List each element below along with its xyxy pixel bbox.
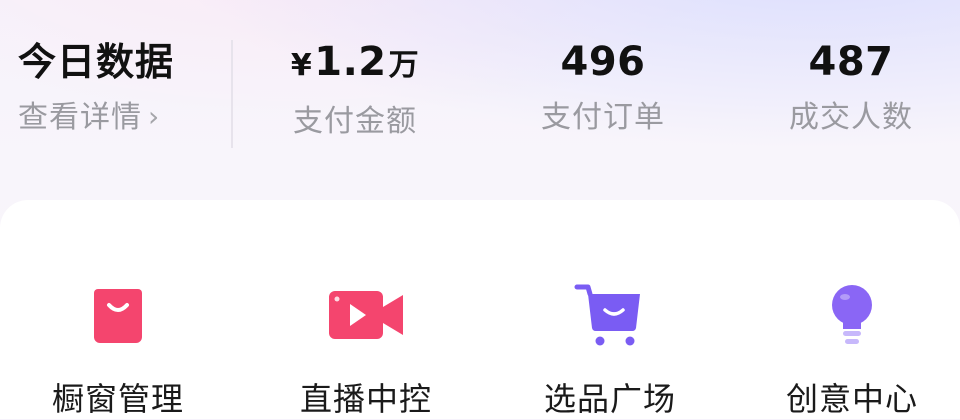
view-details-label: 查看详情 xyxy=(18,100,142,135)
tool-label: 直播中控 xyxy=(299,380,432,418)
today-data-title: 今日数据 xyxy=(18,40,175,84)
view-details-link[interactable]: 查看详情 › xyxy=(18,98,218,138)
metric-label: 支付订单 xyxy=(541,100,665,135)
tool-label: 橱窗管理 xyxy=(51,380,184,418)
today-data-panel: 今日数据 查看详情 › ¥1.2万 支付金额 496 支付订单 487 成交人数 xyxy=(0,0,960,190)
lightbulb-icon xyxy=(812,280,892,350)
chevron-right-icon: › xyxy=(148,100,161,133)
tool-creative-center[interactable]: 创意中心 xyxy=(752,280,952,419)
metric-label: 成交人数 xyxy=(789,100,913,135)
metric-number: 496 xyxy=(560,39,646,85)
tool-label: 创意中心 xyxy=(785,380,918,418)
tool-product-selection[interactable]: 选品广场 xyxy=(510,280,710,419)
metric-value: 487 xyxy=(766,36,936,88)
metric-payment-orders[interactable]: 496 支付订单 xyxy=(518,36,688,138)
metric-payment-amount[interactable]: ¥1.2万 支付金额 xyxy=(270,36,440,142)
metric-label: 支付金额 xyxy=(293,104,417,139)
tool-live-control[interactable]: 直播中控 xyxy=(266,280,466,419)
metric-number: 487 xyxy=(808,39,894,85)
tool-showcase-management[interactable]: 橱窗管理 xyxy=(18,280,218,419)
currency-symbol: ¥ xyxy=(290,48,313,83)
metric-buyers[interactable]: 487 成交人数 xyxy=(766,36,936,138)
today-summary[interactable]: 今日数据 查看详情 › xyxy=(18,36,218,138)
metric-value: ¥1.2万 xyxy=(270,36,440,92)
metric-number: 1.2 xyxy=(314,39,387,85)
shopping-cart-icon xyxy=(570,280,650,350)
tools-card: 橱窗管理 直播中控 选品广场 创意中心 xyxy=(0,200,960,419)
video-camera-icon xyxy=(326,280,406,350)
metric-unit: 万 xyxy=(388,48,420,83)
shopping-bag-icon xyxy=(78,280,158,350)
stats-divider xyxy=(231,40,233,148)
tool-label: 选品广场 xyxy=(543,380,676,418)
metric-value: 496 xyxy=(518,36,688,88)
